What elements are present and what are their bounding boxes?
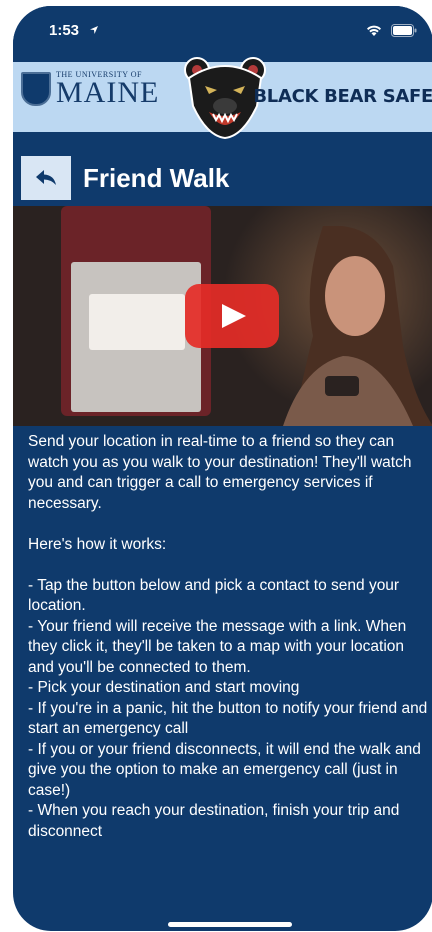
step-item: - Tap the button below and pick a contac… bbox=[28, 576, 400, 615]
step-item: - When you reach your destination, finis… bbox=[28, 802, 400, 840]
phone-screen: 1:53 THE UNIVERSITY OF MAINE BLACK BEAR … bbox=[13, 6, 432, 931]
back-arrow-icon bbox=[36, 170, 56, 185]
home-indicator bbox=[168, 922, 292, 927]
brand-banner: THE UNIVERSITY OF MAINE BLACK BEAR SAFE bbox=[13, 57, 432, 140]
how-it-works-heading: Here's how it works: bbox=[28, 535, 167, 553]
step-item: - Your friend will receive the message w… bbox=[28, 617, 407, 676]
video-player[interactable] bbox=[13, 206, 432, 426]
status-time: 1:53 bbox=[49, 22, 80, 39]
page-title: Friend Walk bbox=[83, 162, 230, 193]
status-bar: 1:53 bbox=[13, 6, 432, 54]
university-logo: THE UNIVERSITY OF MAINE bbox=[21, 70, 160, 109]
step-item: - If you or your friend disconnects, it … bbox=[28, 740, 421, 799]
university-shield-icon bbox=[21, 71, 51, 106]
intro-text: Send your location in real-time to a fri… bbox=[28, 433, 412, 512]
video-person-image bbox=[283, 226, 432, 426]
app-name: BLACK BEAR SAFE bbox=[253, 86, 432, 107]
page-header: Friend Walk bbox=[21, 153, 229, 203]
location-arrow-icon bbox=[90, 26, 98, 34]
wifi-icon bbox=[367, 25, 381, 36]
battery-icon bbox=[391, 24, 417, 37]
status-icons bbox=[365, 24, 417, 37]
play-button[interactable] bbox=[185, 284, 279, 348]
step-item: - If you're in a panic, hit the button t… bbox=[28, 699, 428, 738]
university-name: MAINE bbox=[56, 76, 160, 109]
back-button[interactable] bbox=[21, 156, 71, 200]
step-item: - Pick your destination and start moving bbox=[28, 679, 300, 696]
friend-walk-description: Send your location in real-time to a fri… bbox=[28, 432, 428, 842]
